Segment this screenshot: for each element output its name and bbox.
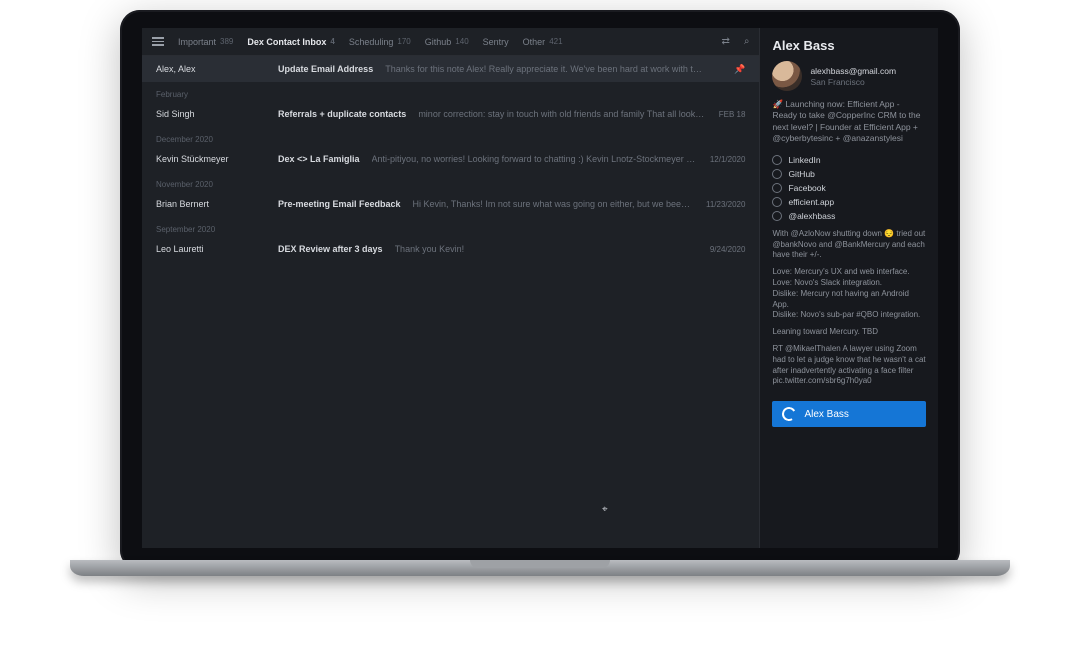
contact-link[interactable]: @alexhbass xyxy=(772,211,926,221)
link-label: efficient.app xyxy=(788,197,834,207)
tab-label: Sentry xyxy=(483,37,509,47)
main-pane: Important 389 Dex Contact Inbox 4 Scheduling… xyxy=(142,28,759,548)
laptop-frame: Important 389 Dex Contact Inbox 4 Scheduling… xyxy=(120,10,960,570)
group-header: December 2020 xyxy=(142,127,759,146)
preview: Thanks for this note Alex! Really apprec… xyxy=(385,64,706,74)
contact-location: San Francisco xyxy=(810,77,896,87)
message-list: Alex, Alex Update Email Address Thanks f… xyxy=(142,56,759,548)
contact-link[interactable]: LinkedIn xyxy=(772,155,926,165)
tab-important[interactable]: Important 389 xyxy=(178,37,233,47)
unread-icon[interactable]: ⇄ xyxy=(721,36,729,47)
message-row-selected[interactable]: Alex, Alex Update Email Address Thanks f… xyxy=(142,56,759,82)
tab-github[interactable]: Github140 xyxy=(425,37,469,47)
search-icon[interactable]: ⌕ xyxy=(744,36,750,47)
subject: Update Email Address xyxy=(278,64,373,74)
link-label: LinkedIn xyxy=(788,155,820,165)
subject: Pre-meeting Email Feedback xyxy=(278,199,401,209)
tab-label: Github xyxy=(425,37,452,47)
dex-logo-icon xyxy=(781,406,798,423)
sender: Kevin Stückmeyer xyxy=(156,154,266,164)
hamburger-icon[interactable] xyxy=(152,37,164,46)
topbar: Important 389 Dex Contact Inbox 4 Scheduling… xyxy=(142,28,759,56)
note-block: Leaning toward Mercury. TBD xyxy=(772,327,926,338)
link-label: GitHub xyxy=(788,169,814,179)
message-row[interactable]: Brian Bernert Pre-meeting Email Feedback H… xyxy=(142,191,759,217)
preview: minor correction: stay in touch with old… xyxy=(418,109,706,119)
message-row[interactable]: Sid Singh Referrals + duplicate contacts m… xyxy=(142,101,759,127)
subject: Referrals + duplicate contacts xyxy=(278,109,406,119)
tab-count: 140 xyxy=(455,37,468,46)
link-bullet-icon xyxy=(772,211,782,221)
message-row[interactable]: Kevin Stückmeyer Dex <> La Famiglia Anti-p… xyxy=(142,146,759,172)
tab-count: 170 xyxy=(397,37,410,46)
preview: Thank you Kevin! xyxy=(395,244,698,254)
note-block: With @AzloNow shutting down 😔 tried out … xyxy=(772,229,926,261)
contact-link[interactable]: GitHub xyxy=(772,169,926,179)
subject: Dex <> La Famiglia xyxy=(278,154,360,164)
contact-notes: With @AzloNow shutting down 😔 tried out … xyxy=(772,229,926,387)
note-block: Love: Mercury's UX and web interface. Lo… xyxy=(772,267,926,321)
contact-links: LinkedIn GitHub Facebook efficient.app @alex… xyxy=(772,155,926,221)
date: FEB 18 xyxy=(719,110,746,119)
pin-icon[interactable]: 📌 xyxy=(734,64,745,75)
date: 9/24/2020 xyxy=(710,245,746,254)
link-bullet-icon xyxy=(772,197,782,207)
contact-sidebar: Alex Bass alexhbass@gmail.com San Franci… xyxy=(759,28,938,548)
subject: DEX Review after 3 days xyxy=(278,244,383,254)
sender: Leo Lauretti xyxy=(156,244,266,254)
link-label: @alexhbass xyxy=(788,211,835,221)
laptop-notch xyxy=(470,560,610,568)
group-header: September 2020 xyxy=(142,217,759,236)
tab-count: 421 xyxy=(549,37,562,46)
open-contact-button[interactable]: Alex Bass xyxy=(772,401,926,427)
date: 12/1/2020 xyxy=(710,155,746,164)
tab-dex-contact-inbox[interactable]: Dex Contact Inbox 4 xyxy=(247,37,334,47)
contact-email[interactable]: alexhbass@gmail.com xyxy=(810,66,896,76)
group-header: February xyxy=(142,82,759,101)
tab-label: Scheduling xyxy=(349,37,394,47)
tab-count: 4 xyxy=(330,37,334,46)
link-bullet-icon xyxy=(772,183,782,193)
message-row[interactable]: Leo Lauretti DEX Review after 3 days Thank… xyxy=(142,236,759,262)
link-bullet-icon xyxy=(772,155,782,165)
tab-label: Important xyxy=(178,37,216,47)
tab-scheduling[interactable]: Scheduling170 xyxy=(349,37,411,47)
date: 11/23/2020 xyxy=(706,200,745,209)
preview: Anti-pitiyou, no worries! Looking forwar… xyxy=(372,154,698,164)
tab-count: 389 xyxy=(220,37,233,46)
tab-label: Other xyxy=(523,37,546,47)
contact-name: Alex Bass xyxy=(772,38,926,53)
note-block: RT @MikaelThalen A lawyer using Zoom had… xyxy=(772,344,926,387)
tab-sentry[interactable]: Sentry xyxy=(483,37,509,47)
sender: Alex, Alex xyxy=(156,64,266,74)
link-label: Facebook xyxy=(788,183,825,193)
contact-link[interactable]: Facebook xyxy=(772,183,926,193)
preview: Hi Kevin, Thanks! Im not sure what was g… xyxy=(413,199,694,209)
tab-label: Dex Contact Inbox xyxy=(247,37,326,47)
link-bullet-icon xyxy=(772,169,782,179)
tab-other[interactable]: Other421 xyxy=(523,37,563,47)
cta-label: Alex Bass xyxy=(804,409,848,420)
contact-link[interactable]: efficient.app xyxy=(772,197,926,207)
contact-profile: alexhbass@gmail.com San Francisco xyxy=(772,61,926,91)
sender: Brian Bernert xyxy=(156,199,266,209)
avatar xyxy=(772,61,802,91)
sender: Sid Singh xyxy=(156,109,266,119)
group-header: November 2020 xyxy=(142,172,759,191)
app-screen: Important 389 Dex Contact Inbox 4 Scheduling… xyxy=(142,28,938,548)
contact-bio: 🚀 Launching now: Efficient App - Ready t… xyxy=(772,99,926,145)
